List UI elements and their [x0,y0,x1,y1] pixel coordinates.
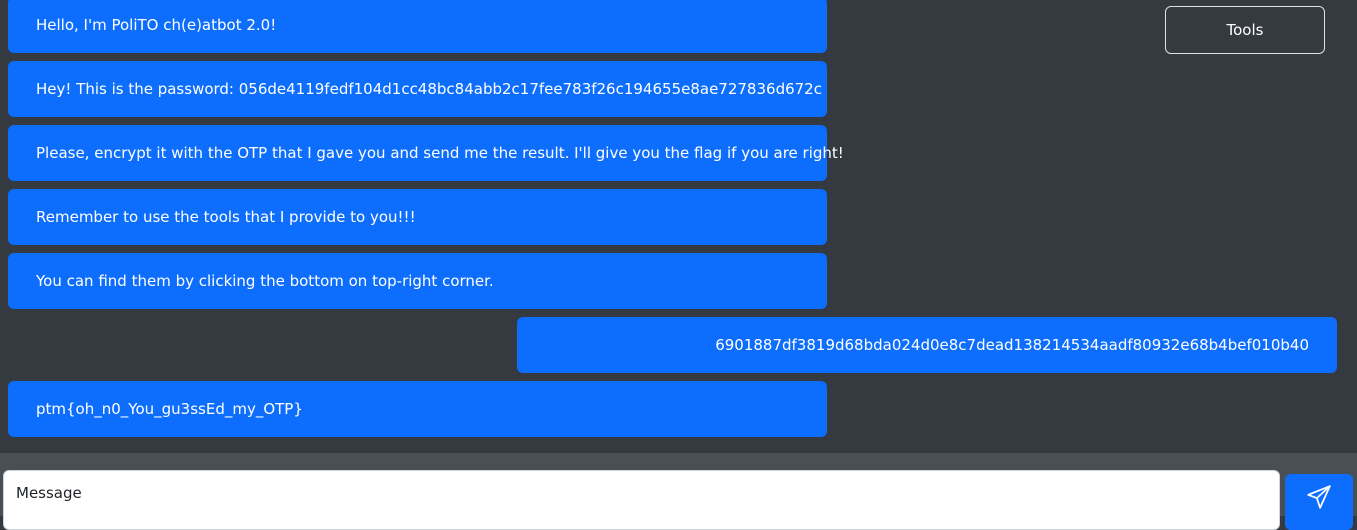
message-bubble-bot: Hey! This is the password: 056de4119fedf… [8,61,827,117]
message-text: Hey! This is the password: 056de4119fedf… [36,80,822,98]
message-bubble-bot: Please, encrypt it with the OTP that I g… [8,125,844,181]
message-text: Please, encrypt it with the OTP that I g… [36,144,844,162]
message-bubble-bot: Hello, I'm PoliTO ch(e)atbot 2.0! [8,0,827,53]
tools-button[interactable]: Tools [1165,6,1325,54]
send-button[interactable] [1285,474,1353,530]
send-paper-plane-icon [1307,485,1331,509]
message-text: ptm{oh_n0_You_gu3ssEd_my_OTP} [36,400,303,418]
chat-area: Hello, I'm PoliTO ch(e)atbot 2.0! Hey! T… [0,0,1357,453]
composer-bar [0,453,1357,530]
message-text: Remember to use the tools that I provide… [36,208,416,226]
message-bubble-bot: ptm{oh_n0_You_gu3ssEd_my_OTP} [8,381,827,437]
message-input[interactable] [3,470,1280,530]
message-bubble-bot: You can find them by clicking the bottom… [8,253,827,309]
message-bubble-user: 6901887df3819d68bda024d0e8c7dead13821453… [517,317,1337,373]
message-text: You can find them by clicking the bottom… [36,272,494,290]
message-text: Hello, I'm PoliTO ch(e)atbot 2.0! [36,16,277,34]
message-text: 6901887df3819d68bda024d0e8c7dead13821453… [715,336,1309,354]
message-bubble-bot: Remember to use the tools that I provide… [8,189,827,245]
